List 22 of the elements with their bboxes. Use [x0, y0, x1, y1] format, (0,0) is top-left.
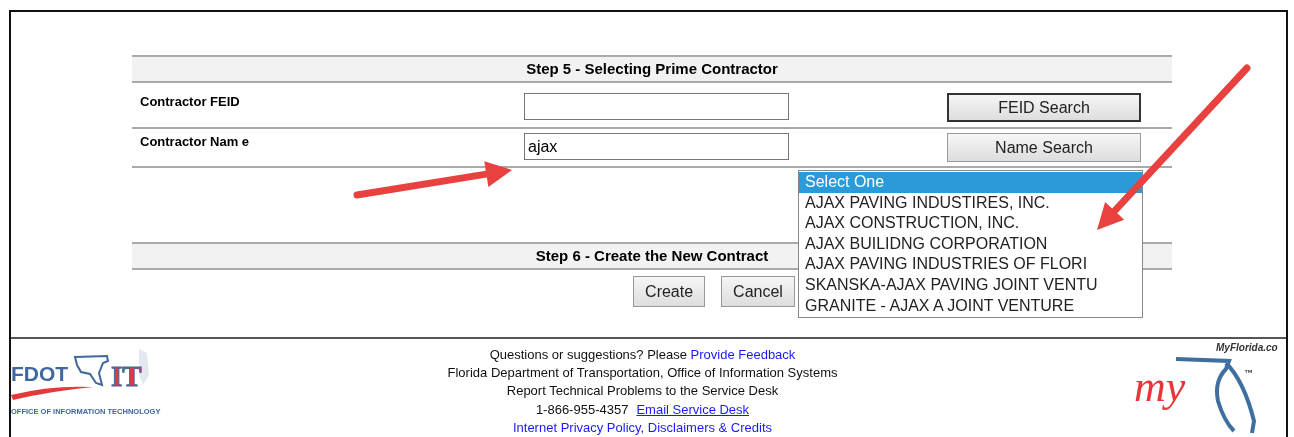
footer-text: Questions or suggestions? Please Provide Feedback: [489, 346, 796, 364]
logo-drawing: MyFlorida.co my ™: [1134, 342, 1278, 435]
search-button[interactable]: Name Search: [947, 133, 1141, 162]
text-field[interactable]: ajax: [524, 133, 789, 160]
phone-number: 1-866-955-4357: [535, 401, 629, 417]
form-button[interactable]: Cancel: [721, 276, 795, 307]
form-button[interactable]: Create: [633, 276, 706, 307]
search-button[interactable]: FEID Search: [947, 93, 1141, 122]
footer-text: Report Technical Problems to the Service Desk: [506, 382, 779, 401]
results-listbox[interactable]: Select One AJAX PAVING INDUSTIRES, INC. AJAX CONSTRUCTION, INC. AJAX BUILIDNG CORPORATION AJAX PAVING INDUSTRIES OF FLORI SKANSKA-AJAX PAVING JOINT VENTU GRANITE - AJAX A JOINT VENTURE: [798, 170, 1143, 319]
footer-link[interactable]: Provide Feedback: [690, 347, 796, 362]
field-label: Contractor FEID: [139, 93, 241, 109]
list-option[interactable]: GRANITE - AJAX A JOINT VENTURE: [799, 295, 1142, 317]
section-header: Step 5 - Selecting Prime Contractor: [132, 55, 1172, 83]
text-field[interactable]: [524, 93, 789, 120]
list-option[interactable]: SKANSKA-AJAX PAVING JOINT VENTU: [799, 274, 1142, 296]
footer-link[interactable]: Email Service Desk: [636, 401, 750, 417]
footer-text: Florida Department of Transportation, Office of Information Systems: [447, 364, 838, 383]
footer-link[interactable]: Internet Privacy Policy, Disclaimers & Credits: [512, 419, 773, 435]
field-label: Contractor Nam e: [139, 133, 251, 149]
list-option[interactable]: AJAX CONSTRUCTION, INC.: [799, 213, 1142, 234]
list-option[interactable]: AJAX PAVING INDUSTIRES, INC.: [799, 192, 1142, 214]
